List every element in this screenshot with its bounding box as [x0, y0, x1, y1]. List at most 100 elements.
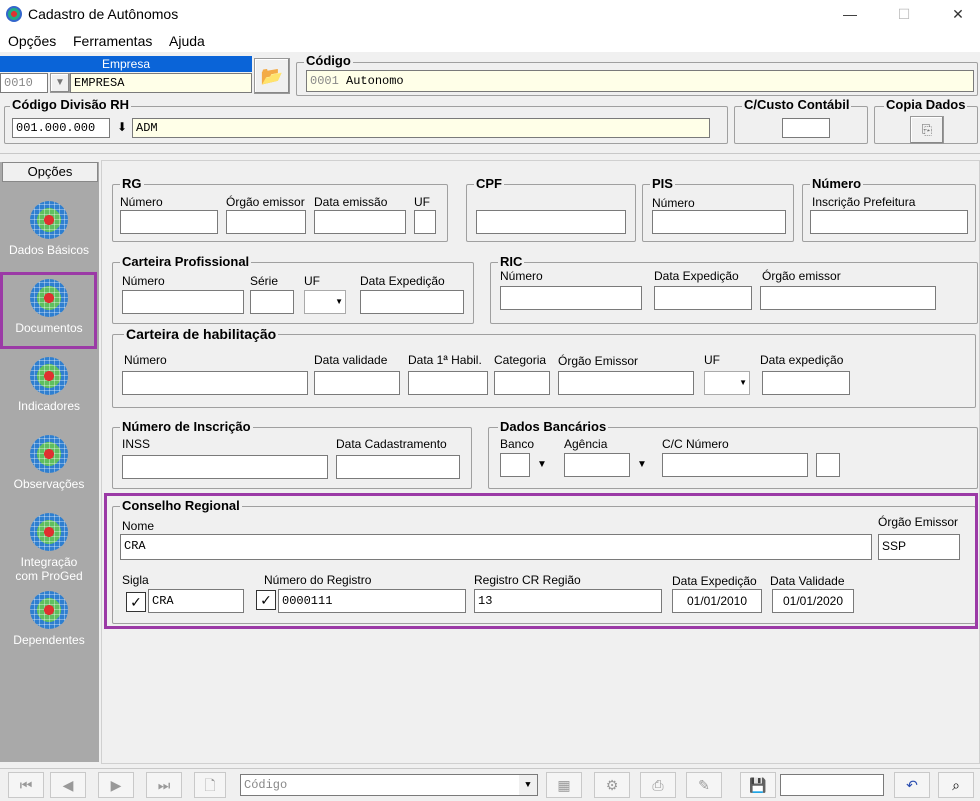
custo-field[interactable]	[782, 118, 830, 138]
codigo-label: Código	[304, 53, 353, 68]
chevron-down-icon: ▼	[739, 378, 747, 387]
menu-opcoes[interactable]: Opções	[8, 33, 56, 49]
inss-field[interactable]	[122, 455, 328, 479]
app-icon	[6, 6, 22, 22]
cpf-title: CPF	[474, 176, 504, 191]
carteira-uf-select[interactable]: ▼	[304, 290, 346, 314]
open-folder-button[interactable]: 📂	[254, 58, 290, 94]
ric-orgao-label: Órgão emissor	[762, 269, 841, 283]
inss-label: INSS	[122, 437, 151, 451]
carteira-data-label: Data Expedição	[360, 274, 445, 288]
carteira-title: Carteira Profissional	[120, 254, 252, 269]
rg-numero-label: Número	[120, 195, 163, 209]
sidebar-item-observacoes[interactable]: Observações	[1, 435, 97, 491]
filter-icon[interactable]: ▦	[546, 772, 582, 798]
ric-data-field[interactable]	[654, 286, 752, 310]
close-button[interactable]: ✕	[944, 4, 972, 24]
habilitacao-numero-field[interactable]	[122, 371, 308, 395]
sidebar-item-label: Dados Básicos	[8, 243, 90, 257]
habilitacao-categoria-field[interactable]	[494, 371, 550, 395]
quick-entry-field[interactable]	[780, 774, 884, 796]
empresa-code-field[interactable]: 0010	[0, 73, 48, 93]
empresa-lookup-icon[interactable]: ▼	[50, 73, 70, 93]
rg-uf-field[interactable]	[414, 210, 436, 234]
carteira-serie-field[interactable]	[250, 290, 294, 314]
last-record-icon[interactable]: ⏭	[146, 772, 182, 798]
undo-icon[interactable]: ↶	[894, 772, 930, 798]
sidebar-item-indicadores[interactable]: Indicadores	[1, 357, 97, 413]
sidebar-item-integracao[interactable]: Integração com ProGed	[1, 513, 97, 583]
copy-data-button[interactable]: ⎘	[910, 116, 944, 144]
agencia-label: Agência	[564, 437, 608, 451]
cpf-field[interactable]	[476, 210, 626, 234]
conta-digito-field[interactable]	[816, 453, 840, 477]
carteira-data-field[interactable]	[360, 290, 464, 314]
rg-data-field[interactable]	[314, 210, 406, 234]
ric-numero-field[interactable]	[500, 286, 642, 310]
carteira-serie-label: Série	[250, 274, 279, 288]
globe-icon	[30, 435, 68, 473]
ric-data-label: Data Expedição	[654, 269, 739, 283]
rg-data-label: Data emissão	[314, 195, 388, 209]
header-divider	[0, 153, 980, 154]
ric-title: RIC	[498, 254, 525, 269]
inscricao-prefeitura-field[interactable]	[810, 210, 968, 234]
banco-select[interactable]	[500, 453, 530, 477]
codigo-code: 0001	[310, 74, 339, 88]
rg-numero-field[interactable]	[120, 210, 218, 234]
first-record-icon[interactable]: ⏮	[8, 772, 44, 798]
save-icon[interactable]: 💾	[740, 772, 776, 798]
habilitacao-validade-field[interactable]	[314, 371, 400, 395]
sidebar-item-dados-basicos[interactable]: Dados Básicos	[1, 201, 97, 257]
next-record-icon[interactable]: ▶	[98, 772, 134, 798]
sidebar-item-dependentes[interactable]: Dependentes	[1, 591, 97, 647]
pis-field[interactable]	[652, 210, 786, 234]
globe-icon	[30, 513, 68, 551]
agencia-dropdown-icon[interactable]: ▼	[632, 453, 652, 477]
menu-ferramentas[interactable]: Ferramentas	[73, 33, 152, 49]
habilitacao-expedicao-field[interactable]	[762, 371, 850, 395]
habilitacao-uf-select[interactable]: ▼	[704, 371, 750, 395]
custo-label: C/Custo Contábil	[742, 97, 852, 112]
carteira-numero-field[interactable]	[122, 290, 244, 314]
edit-icon[interactable]: ✎	[686, 772, 722, 798]
conta-label: C/C Número	[662, 437, 729, 451]
binoculars-icon[interactable]: ⌕	[938, 772, 974, 798]
codigo-name: Autonomo	[346, 74, 404, 88]
rg-orgao-field[interactable]	[226, 210, 306, 234]
divisao-lookup-icon[interactable]: ⬇	[112, 118, 132, 138]
ric-orgao-field[interactable]	[760, 286, 936, 310]
copia-label: Copia Dados	[884, 97, 968, 112]
habilitacao-categoria-label: Categoria	[494, 353, 547, 367]
habilitacao-uf-label: UF	[704, 353, 720, 367]
rg-orgao-label: Órgão emissor	[226, 195, 305, 209]
print-icon[interactable]: ⎙	[640, 772, 676, 798]
maximize-button[interactable]: ☐	[890, 4, 918, 24]
habilitacao-orgao-field[interactable]	[558, 371, 694, 395]
empresa-name-field: EMPRESA	[70, 73, 252, 93]
minimize-button[interactable]: —	[836, 4, 864, 24]
banco-dropdown-icon[interactable]: ▼	[532, 453, 552, 477]
search-combo[interactable]: Código ▼	[240, 774, 538, 796]
agencia-select[interactable]	[564, 453, 630, 477]
sidebar-item-label: Observações	[13, 477, 85, 491]
habilitacao-orgao-label: Órgão Emissor	[558, 354, 639, 368]
new-document-icon[interactable]: 🗋	[194, 772, 226, 798]
divisao-name-field: ADM	[132, 118, 710, 138]
previous-record-icon[interactable]: ◀	[50, 772, 86, 798]
tools-icon[interactable]: ⚙	[594, 772, 630, 798]
habilitacao-primeira-field[interactable]	[408, 371, 488, 395]
habilitacao-numero-label: Número	[124, 353, 167, 367]
sidebar-header[interactable]: Opções	[2, 162, 98, 182]
menu-ajuda[interactable]: Ajuda	[169, 33, 205, 49]
inscricao-prefeitura-label: Inscrição Prefeitura	[812, 195, 916, 209]
divisao-code-field[interactable]: 001.000.000	[12, 118, 110, 138]
window-title: Cadastro de Autônomos	[28, 6, 179, 22]
carteira-numero-label: Número	[122, 274, 165, 288]
divisao-label: Código Divisão RH	[10, 97, 132, 112]
conta-field[interactable]	[662, 453, 808, 477]
chevron-down-icon[interactable]: ▼	[519, 775, 537, 795]
habilitacao-primeira-label: Data 1ª Habil.	[408, 353, 482, 367]
data-cadastramento-field[interactable]	[336, 455, 460, 479]
codigo-field[interactable]: 0001 Autonomo	[306, 70, 974, 92]
